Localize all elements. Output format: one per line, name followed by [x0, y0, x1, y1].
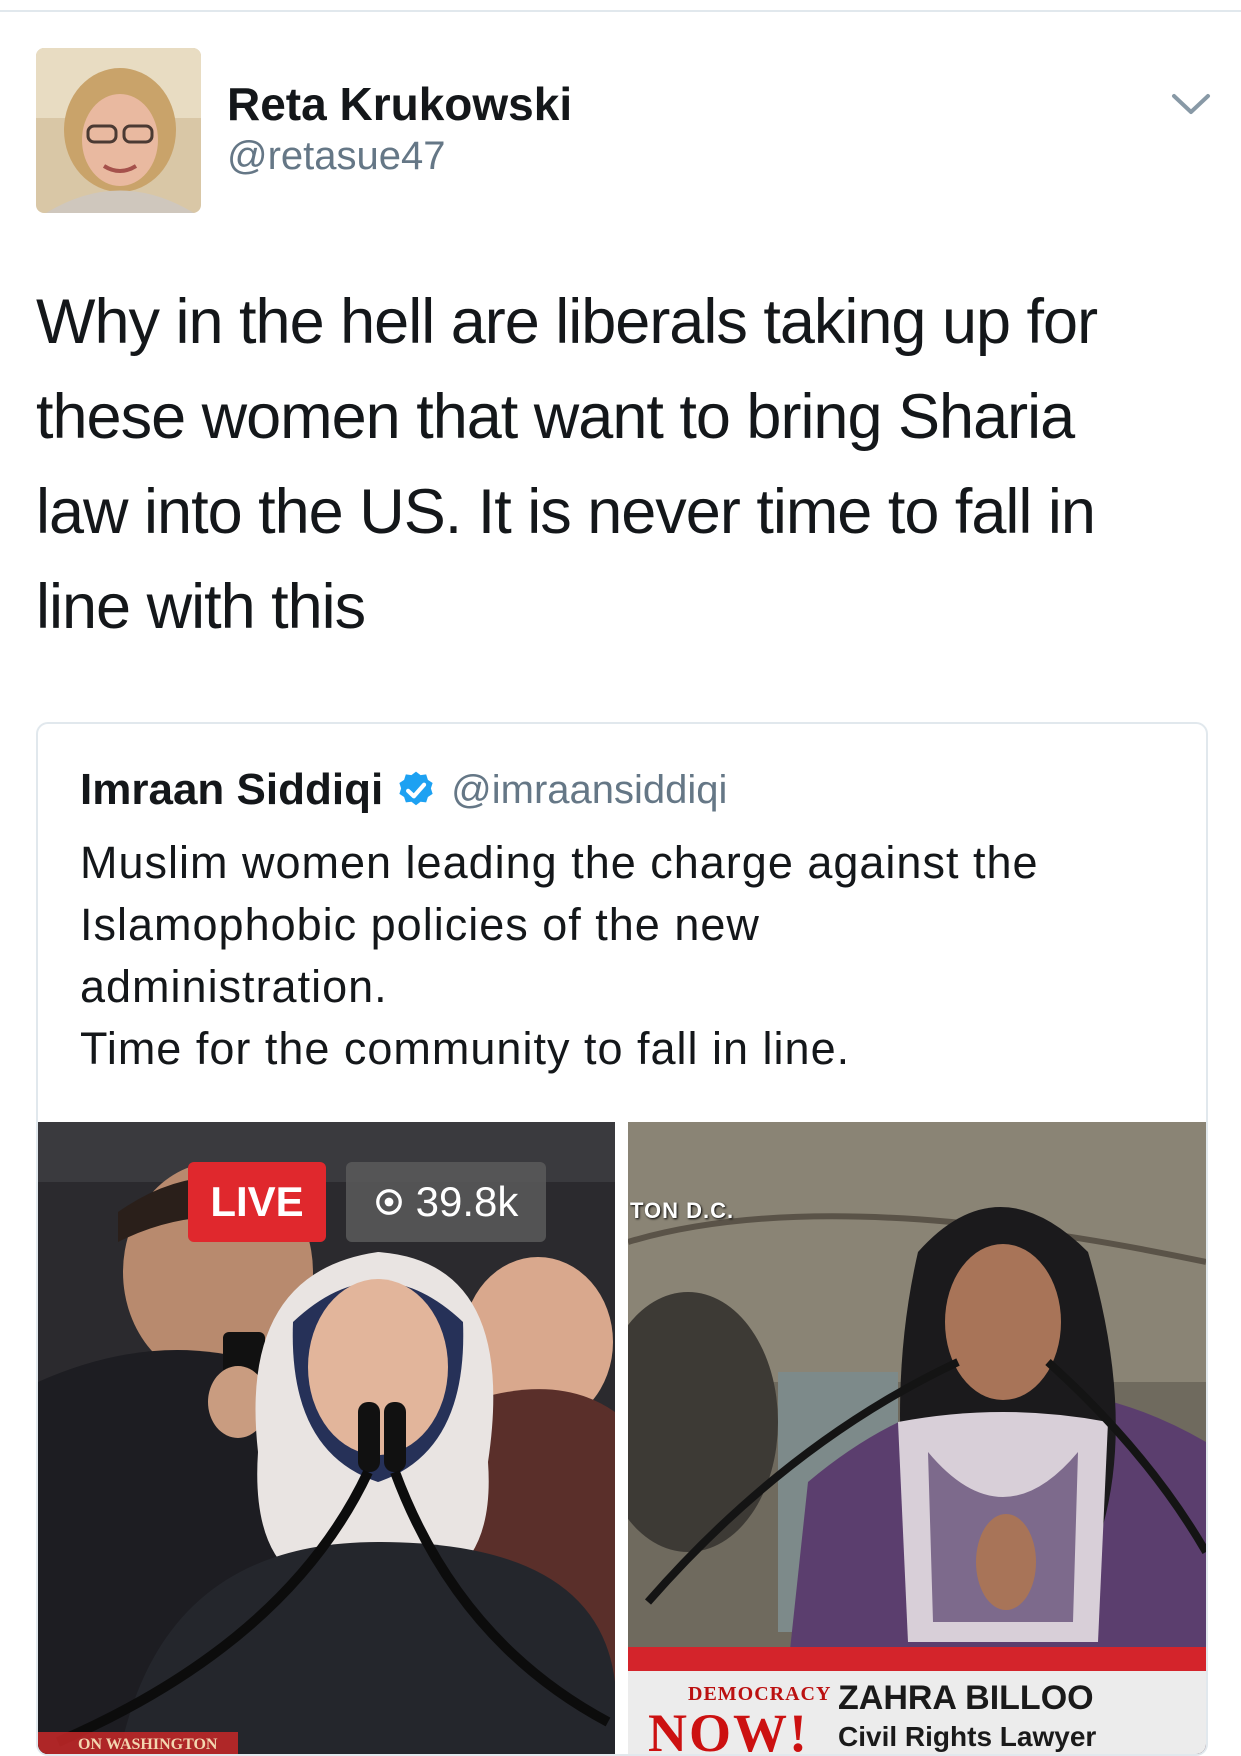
author-name[interactable]: Reta Krukowski: [227, 78, 572, 130]
author-handle[interactable]: @retasue47: [227, 132, 446, 180]
lower-third-red-bar: [628, 1647, 1206, 1671]
quoted-author-handle[interactable]: @imraansiddiqi: [451, 768, 727, 813]
location-overlay-left: ON WASHINGTON: [38, 1732, 238, 1754]
eye-icon: [375, 1189, 402, 1215]
media-image-left[interactable]: LIVE 39.8k ON WASHINGTON: [38, 1122, 615, 1754]
tweet-text: Why in the hell are liberals taking up f…: [36, 287, 1098, 642]
logo-bottom-text: NOW!: [648, 1703, 809, 1756]
avatar-image: [36, 48, 201, 213]
media-image-right[interactable]: TON D.C. DEMOCRACY NOW! ZAHRA BILLOO Civ…: [628, 1122, 1206, 1756]
name-plate: DEMOCRACY NOW! ZAHRA BILLOO Civil Rights…: [628, 1671, 1206, 1756]
author-avatar[interactable]: [36, 48, 201, 213]
quoted-tweet-header: Imraan Siddiqi @imraansiddiqi: [80, 762, 727, 818]
view-count-badge: 39.8k: [346, 1162, 546, 1242]
location-overlay-right: TON D.C.: [630, 1198, 735, 1223]
live-badge: LIVE: [188, 1162, 326, 1242]
quoted-tweet-text: Muslim women leading the charge against …: [80, 837, 1039, 1074]
top-divider: [0, 10, 1241, 12]
view-count: 39.8k: [415, 1178, 519, 1225]
guest-name: ZAHRA BILLOO: [838, 1679, 1094, 1717]
quoted-author-name[interactable]: Imraan Siddiqi: [80, 765, 383, 815]
guest-title: Civil Rights Lawyer: [838, 1721, 1097, 1752]
verified-badge-icon: [399, 771, 433, 806]
quoted-tweet-card[interactable]: Imraan Siddiqi @imraansiddiqi Muslim wom…: [36, 722, 1208, 1756]
news-lower-third: DEMOCRACY NOW! ZAHRA BILLOO Civil Rights…: [628, 1647, 1206, 1756]
chevron-down-icon[interactable]: [1170, 88, 1212, 120]
democracy-now-logo: DEMOCRACY NOW!: [638, 1675, 830, 1756]
